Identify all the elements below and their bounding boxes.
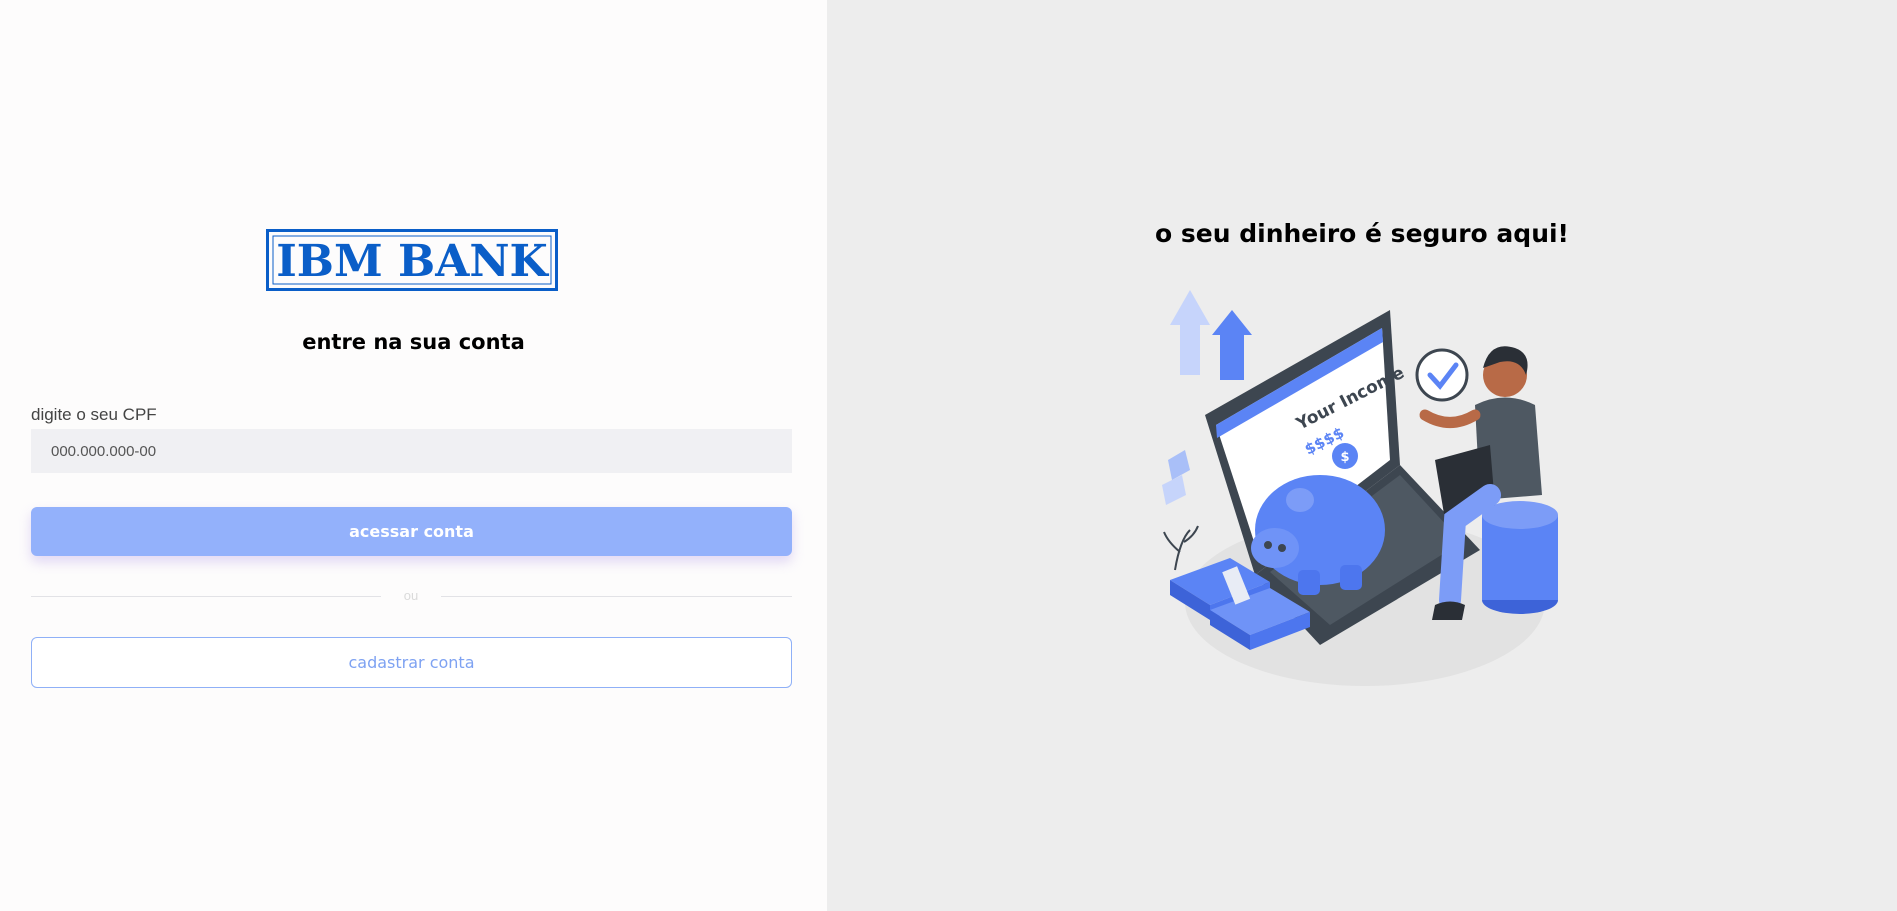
divider-right <box>441 596 792 597</box>
divider-text: ou <box>403 588 419 603</box>
savings-illustration: Your Income $$$$ $ <box>1162 290 1558 686</box>
svg-text:$: $ <box>1340 450 1349 465</box>
promo-title: o seu dinheiro é seguro aqui! <box>1155 219 1569 248</box>
svg-text:IBM BANK: IBM BANK <box>276 236 549 287</box>
login-panel: IBM BANK entre na sua conta digite o seu… <box>0 0 827 911</box>
login-title: entre na sua conta <box>302 330 525 354</box>
register-account-button[interactable]: cadastrar conta <box>31 637 792 688</box>
divider-left <box>31 596 381 597</box>
cpf-input[interactable] <box>31 429 792 473</box>
cpf-label: digite o seu CPF <box>31 405 157 424</box>
ibm-bank-logo: IBM BANK <box>266 229 558 291</box>
access-account-button[interactable]: acessar conta <box>31 507 792 556</box>
